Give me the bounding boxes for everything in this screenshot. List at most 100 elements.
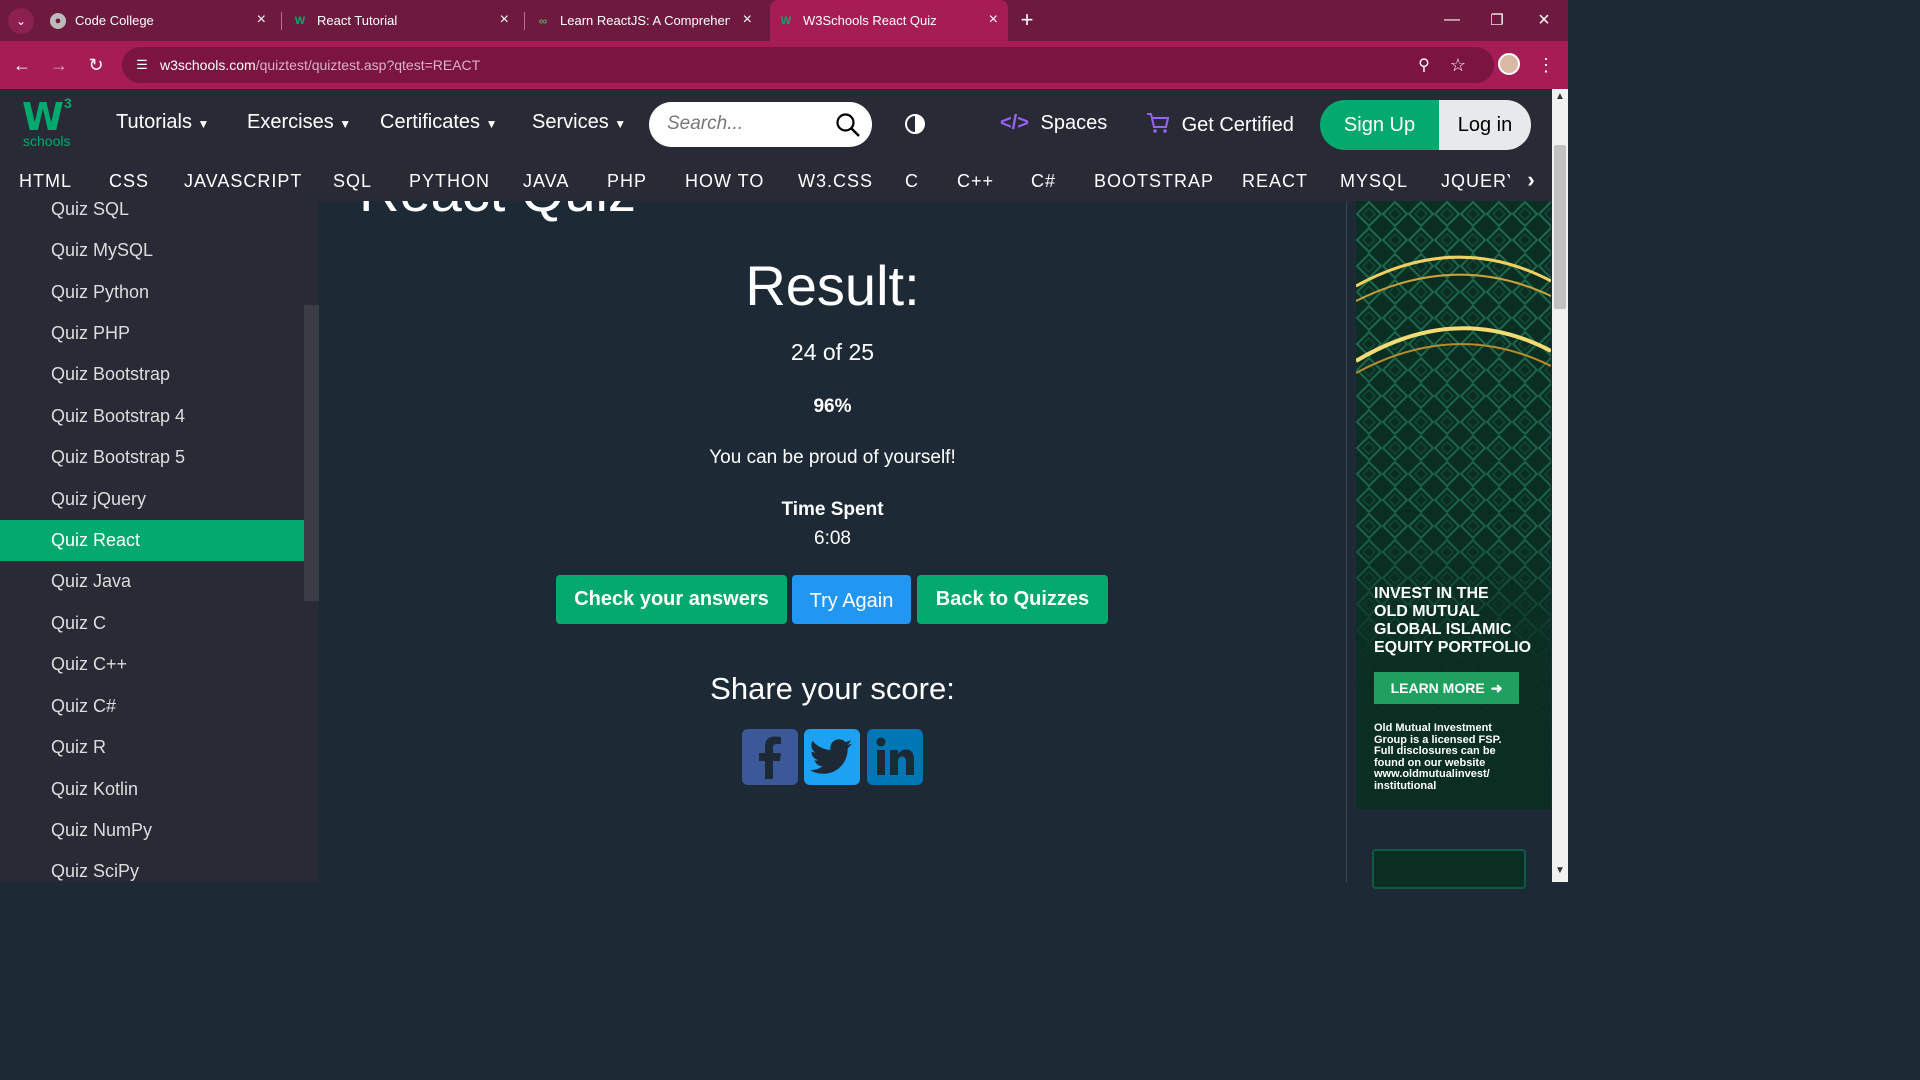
scrollbar-thumb[interactable] — [1554, 145, 1566, 309]
menu-certificates[interactable]: Certificates ▼ — [380, 111, 497, 134]
forward-arrow-icon[interactable]: → — [47, 53, 71, 77]
topic-how-to[interactable]: HOW TO — [685, 171, 764, 192]
bookmark-star-icon[interactable]: ☆ — [1446, 53, 1470, 77]
twitter-share-button[interactable] — [804, 729, 860, 785]
sidebar-scrollbar[interactable] — [304, 305, 319, 601]
url-text[interactable]: w3schools.com/quiztest/quiztest.asp?qtes… — [160, 57, 480, 73]
zoom-icon[interactable]: ⚲ — [1412, 53, 1436, 77]
w3schools-icon: W — [294, 14, 306, 27]
search-box[interactable] — [649, 102, 872, 147]
spaces-label: Spaces — [1040, 112, 1108, 134]
secondary-ad-frame[interactable] — [1372, 849, 1526, 889]
tab-search-chevron-icon[interactable]: ⌄ — [8, 8, 34, 34]
topic-python[interactable]: PYTHON — [409, 171, 490, 192]
scroll-down-arrow-icon[interactable]: ▼ — [1555, 865, 1565, 876]
new-tab-icon[interactable]: + — [1015, 7, 1039, 32]
restore-icon[interactable]: ❐ — [1485, 8, 1509, 32]
close-icon[interactable]: × — [500, 12, 509, 28]
topic-java[interactable]: JAVA — [523, 171, 569, 192]
topic-bootstrap[interactable]: BOOTSTRAP — [1094, 171, 1214, 192]
sidebar-item-quiz-jquery[interactable]: Quiz jQuery — [0, 479, 304, 520]
facebook-share-button[interactable] — [742, 729, 798, 785]
tab-react-tutorial[interactable]: W React Tutorial × — [286, 0, 519, 41]
tab-title: Learn ReactJS: A Comprehensive — [560, 13, 730, 28]
menu-services[interactable]: Services ▼ — [532, 111, 626, 134]
tab-learn-reactjs[interactable]: ∞ Learn ReactJS: A Comprehensive × — [529, 0, 762, 41]
topic-css[interactable]: CSS — [109, 171, 149, 192]
sidebar-item-quiz-mysql[interactable]: Quiz MySQL — [0, 230, 304, 271]
sidebar-item-quiz-cpp[interactable]: Quiz C++ — [0, 644, 304, 685]
time-spent-value: 6:08 — [814, 528, 851, 549]
sidebar-item-quiz-react[interactable]: Quiz React — [0, 520, 304, 561]
search-icon[interactable] — [835, 112, 861, 138]
menu-exercises[interactable]: Exercises ▼ — [247, 111, 351, 134]
close-icon[interactable]: × — [989, 12, 998, 28]
topic-mysql[interactable]: MYSQL — [1340, 171, 1408, 192]
topic-php[interactable]: PHP — [607, 171, 647, 192]
score-percent: 96% — [813, 396, 852, 417]
tab-w3schools-react-quiz[interactable]: W W3Schools React Quiz × — [770, 0, 1008, 41]
tab-separator — [524, 12, 525, 30]
close-icon[interactable]: × — [257, 12, 266, 28]
sidebar-item-quiz-kotlin[interactable]: Quiz Kotlin — [0, 769, 304, 810]
ad-learn-more-button[interactable]: LEARN MORE ➜ — [1374, 672, 1519, 704]
get-certified-label: Get Certified — [1181, 114, 1294, 136]
sign-up-button[interactable]: Sign Up — [1320, 100, 1439, 150]
address-bar[interactable]: ☰ w3schools.com/quiztest/quiztest.asp?qt… — [122, 47, 1494, 83]
sidebar-item-quiz-r[interactable]: Quiz R — [0, 727, 304, 768]
get-certified-link[interactable]: Get Certified — [1146, 112, 1294, 137]
close-window-icon[interactable]: × — [1532, 8, 1556, 32]
sidebar-item-quiz-bootstrap-5[interactable]: Quiz Bootstrap 5 — [0, 437, 304, 478]
log-in-button[interactable]: Log in — [1439, 100, 1531, 150]
topic-cpp[interactable]: C++ — [957, 171, 994, 192]
linkedin-share-button[interactable] — [867, 729, 923, 785]
reload-icon[interactable]: ↻ — [84, 53, 108, 77]
back-to-quizzes-button[interactable]: Back to Quizzes — [917, 575, 1108, 624]
sidebar-item-quiz-bootstrap[interactable]: Quiz Bootstrap — [0, 354, 304, 395]
minimize-icon[interactable]: — — [1440, 8, 1464, 32]
w3schools-logo[interactable]: W 3 schools — [22, 95, 78, 153]
ad-pattern-graphic — [1356, 201, 1551, 809]
ad-headline: INVEST IN THE OLD MUTUAL GLOBAL ISLAMIC … — [1374, 585, 1531, 657]
topics-nav: HTML CSS JAVASCRIPT SQL PYTHON JAVA PHP … — [0, 161, 1552, 201]
scroll-right-chevron-icon[interactable]: › — [1510, 161, 1552, 201]
topic-react[interactable]: REACT — [1242, 171, 1308, 192]
page-title: React Quiz — [359, 201, 636, 224]
search-input[interactable] — [667, 112, 827, 136]
back-arrow-icon[interactable]: ← — [10, 53, 34, 77]
dark-mode-toggle-icon[interactable] — [904, 113, 926, 135]
sidebar-item-quiz-sql[interactable]: Quiz SQL — [0, 201, 304, 230]
close-icon[interactable]: × — [743, 12, 752, 28]
sidebar-item-quiz-bootstrap-4[interactable]: Quiz Bootstrap 4 — [0, 396, 304, 437]
browser-menu-icon[interactable]: ⋮ — [1534, 53, 1558, 77]
check-answers-button[interactable]: Check your answers — [556, 575, 787, 624]
scroll-up-arrow-icon[interactable]: ▲ — [1555, 91, 1565, 102]
menu-tutorials[interactable]: Tutorials ▼ — [116, 111, 209, 134]
try-again-button[interactable]: Try Again — [792, 575, 911, 624]
topic-sql[interactable]: SQL — [333, 171, 372, 192]
page-scrollbar[interactable]: ▲ ▼ — [1552, 89, 1568, 882]
menu-label: Exercises — [247, 111, 334, 133]
sidebar-item-quiz-python[interactable]: Quiz Python — [0, 272, 304, 313]
topic-jquery[interactable]: JQUERY — [1441, 171, 1520, 192]
advertisement-banner[interactable]: INVEST IN THE OLD MUTUAL GLOBAL ISLAMIC … — [1356, 201, 1551, 809]
arrow-right-icon: ➜ — [1490, 679, 1503, 696]
topic-csharp[interactable]: C# — [1031, 171, 1056, 192]
profile-avatar[interactable] — [1498, 53, 1520, 75]
tab-code-college[interactable]: ● Code College × — [44, 0, 276, 41]
site-info-icon[interactable]: ☰ — [130, 53, 154, 77]
topic-w3css[interactable]: W3.CSS — [798, 171, 873, 192]
sidebar-item-quiz-numpy[interactable]: Quiz NumPy — [0, 810, 304, 851]
topic-javascript[interactable]: JAVASCRIPT — [184, 171, 302, 192]
sidebar-item-quiz-csharp[interactable]: Quiz C# — [0, 686, 304, 727]
sidebar-item-quiz-php[interactable]: Quiz PHP — [0, 313, 304, 354]
result-message: You can be proud of yourself! — [709, 447, 956, 468]
spaces-link[interactable]: </> Spaces — [1000, 112, 1107, 135]
topic-html[interactable]: HTML — [19, 171, 72, 192]
sidebar-item-quiz-java[interactable]: Quiz Java — [0, 561, 304, 602]
menu-label: Certificates — [380, 111, 481, 133]
sidebar-item-quiz-scipy[interactable]: Quiz SciPy — [0, 851, 304, 882]
browser-toolbar: ← → ↻ ☰ w3schools.com/quiztest/quiztest.… — [0, 41, 1568, 89]
topic-c[interactable]: C — [905, 171, 919, 192]
sidebar-item-quiz-c[interactable]: Quiz C — [0, 603, 304, 644]
